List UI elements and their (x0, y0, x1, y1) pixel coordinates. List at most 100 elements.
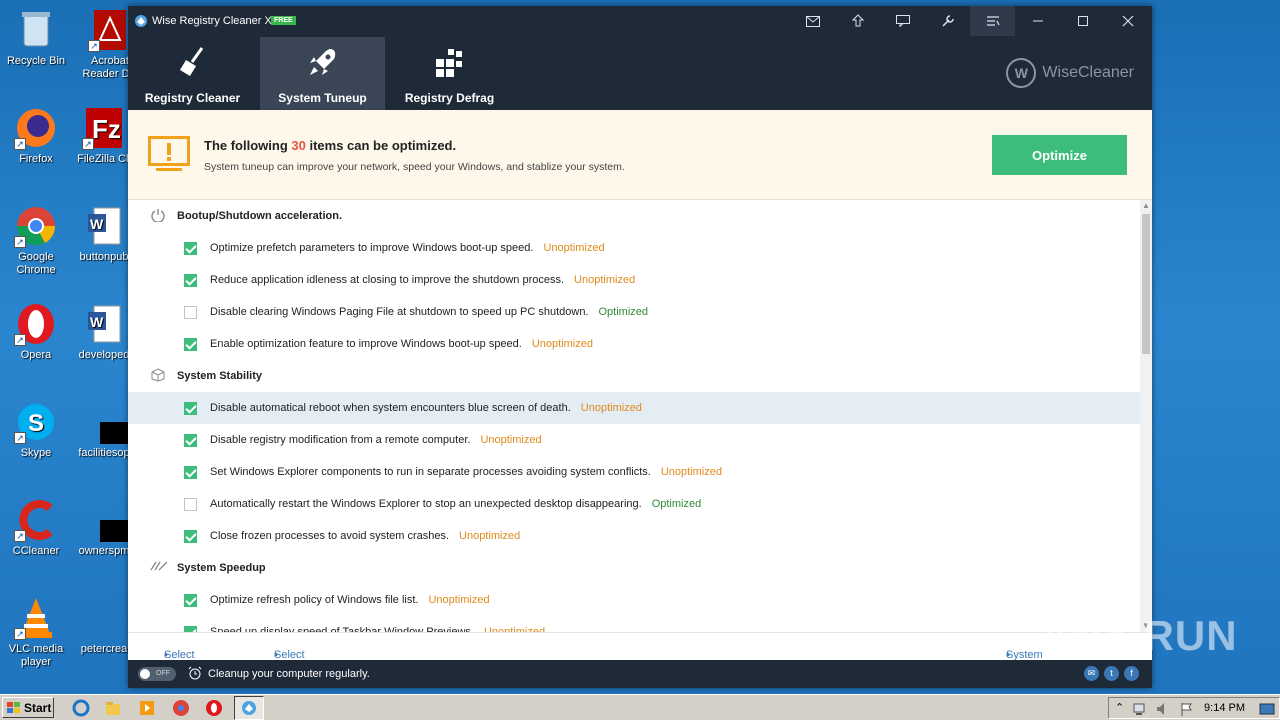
explorer-taskbar-icon[interactable] (104, 699, 122, 717)
shortcut-arrow-icon: ↗ (14, 334, 26, 346)
item-description: Automatically restart the Windows Explor… (210, 498, 702, 510)
item-description: Optimize refresh policy of Windows file … (210, 594, 490, 606)
item-description: Disable registry modification from a rem… (210, 434, 542, 446)
item-description: Enable optimization feature to improve W… (210, 338, 593, 350)
facebook-icon[interactable]: f (1124, 666, 1139, 681)
action-center-flag-icon[interactable] (1179, 701, 1195, 717)
mail-button[interactable] (790, 6, 835, 36)
tab-label: Registry Cleaner (144, 91, 241, 105)
network-tray-icon[interactable] (1131, 701, 1147, 717)
upgrade-button[interactable] (835, 6, 880, 36)
power-icon (150, 208, 166, 224)
item-status: Unoptimized (459, 530, 521, 542)
twitter-icon[interactable]: t (1104, 666, 1119, 681)
tuneup-item-row[interactable]: Disable clearing Windows Paging File at … (128, 296, 1140, 328)
tuneup-item-row[interactable]: Close frozen processes to avoid system c… (128, 520, 1140, 552)
scheduled-cleanup-toggle[interactable]: OFF (138, 667, 176, 681)
tuneup-item-row[interactable]: Disable automatical reboot when system e… (128, 392, 1140, 424)
item-checkbox[interactable] (184, 306, 197, 319)
desktop-icon-label: Skype (20, 447, 52, 459)
item-description: Set Windows Explorer components to run i… (210, 466, 722, 478)
section-header: Bootup/Shutdown acceleration. (128, 200, 1140, 232)
tuneup-item-row[interactable]: Speed up display speed of Taskbar Window… (128, 616, 1140, 632)
banner-title: The following 30 items can be optimized. (204, 138, 457, 153)
start-button[interactable]: Start (2, 697, 54, 718)
cleanup-reminder-text: Cleanup your computer regularly. (208, 668, 370, 680)
chrome-taskbar-icon[interactable] (172, 699, 190, 717)
item-description: Optimize prefetch parameters to improve … (210, 242, 605, 254)
tuneup-item-row[interactable]: Optimize prefetch parameters to improve … (128, 232, 1140, 264)
tuneup-item-row[interactable]: Enable optimization feature to improve W… (128, 328, 1140, 360)
tray-expand-icon[interactable]: ⌃ (1115, 701, 1124, 714)
desktop-icon-label: Google Chrome (16, 251, 56, 276)
app-logo-icon (135, 15, 147, 27)
item-checkbox[interactable] (184, 338, 197, 351)
menu-button[interactable] (970, 6, 1015, 36)
item-checkbox[interactable] (184, 498, 197, 511)
minimize-button[interactable] (1015, 6, 1060, 36)
wise-registry-cleaner-taskbar-button[interactable] (234, 696, 264, 720)
chat-icon (895, 15, 910, 27)
desktop-icon-skype[interactable]: S ↗ Skype (2, 400, 70, 460)
tray-clock[interactable]: 9:14 PM (1204, 702, 1245, 714)
item-checkbox[interactable] (184, 594, 197, 607)
maximize-button[interactable] (1060, 6, 1105, 36)
tuneup-item-row[interactable]: Optimize refresh policy of Windows file … (128, 584, 1140, 616)
item-checkbox[interactable] (184, 274, 197, 287)
optimize-button[interactable]: Optimize (992, 135, 1127, 175)
tuneup-item-row[interactable]: Disable registry modification from a rem… (128, 424, 1140, 456)
settings-button[interactable] (925, 6, 970, 36)
summary-banner: The following 30 items can be optimized.… (128, 110, 1152, 200)
tuneup-item-row[interactable]: Automatically restart the Windows Explor… (128, 488, 1140, 520)
alarm-clock-icon (188, 666, 202, 680)
item-checkbox[interactable] (184, 402, 197, 415)
desktop-icon-label: ownerspm (78, 545, 130, 557)
item-checkbox[interactable] (184, 242, 197, 255)
opera-taskbar-icon[interactable] (205, 699, 223, 717)
desktop-icon-ccleaner[interactable]: ↗ CCleaner (2, 498, 70, 558)
desktop-icon-opera[interactable]: ↗ Opera (2, 302, 70, 362)
wisecleaner-brand[interactable]: W WiseCleaner (1006, 58, 1134, 88)
close-icon (1122, 15, 1133, 27)
tuneup-item-row[interactable]: Set Windows Explorer components to run i… (128, 456, 1140, 488)
desktop-icon-recycle-bin[interactable]: Recycle Bin (2, 8, 70, 68)
minimize-icon (1032, 20, 1043, 22)
desktop-icon-label: petercrea (80, 643, 128, 655)
list-scrollbar[interactable]: ▲ ▼ (1140, 200, 1152, 632)
media-player-taskbar-icon[interactable] (138, 699, 156, 717)
email-share-icon[interactable]: ✉ (1084, 666, 1099, 681)
scroll-thumb[interactable] (1142, 214, 1150, 354)
svg-text:W: W (90, 216, 104, 232)
desktop-icon-vlc[interactable]: ↗ VLC media player (2, 596, 70, 669)
app-statusbar: OFF Cleanup your computer regularly. ✉ t… (128, 660, 1152, 688)
tab-label: Registry Defrag (404, 91, 495, 105)
scroll-up-arrow-icon[interactable]: ▲ (1140, 200, 1152, 212)
tuneup-item-row[interactable]: Reduce application idleness at closing t… (128, 264, 1140, 296)
upgrade-arrow-icon (851, 14, 864, 27)
tab-registry-defrag[interactable]: Registry Defrag (387, 37, 512, 110)
maximize-icon (1077, 16, 1088, 26)
close-button[interactable] (1105, 6, 1150, 36)
ie-taskbar-icon[interactable] (72, 699, 90, 717)
volume-tray-icon[interactable] (1155, 701, 1171, 717)
windows-logo-icon (7, 701, 20, 713)
tab-system-tuneup[interactable]: System Tuneup (260, 37, 385, 110)
wise-registry-cleaner-window: Wise Registry Cleaner X FREE Registry Cl… (128, 6, 1152, 688)
item-checkbox[interactable] (184, 434, 197, 447)
item-checkbox[interactable] (184, 530, 197, 543)
desktop-icon-label: facilitiesop (78, 447, 130, 459)
free-badge: FREE (271, 16, 296, 25)
section-title: Bootup/Shutdown acceleration. (177, 210, 343, 222)
item-status: Unoptimized (543, 242, 605, 254)
redacted-file-icon (82, 498, 140, 542)
desktop-icon-label: Recycle Bin (6, 55, 66, 67)
tab-registry-cleaner[interactable]: Registry Cleaner (130, 37, 255, 110)
show-desktop-icon[interactable] (1259, 701, 1275, 717)
recycle-bin-icon (14, 8, 58, 52)
word-doc-icon: W (82, 204, 126, 248)
desktop-icon-chrome[interactable]: ↗ Google Chrome (2, 204, 70, 277)
section-header: System Stability (128, 360, 1140, 392)
desktop-icon-firefox[interactable]: ↗ Firefox (2, 106, 70, 166)
item-checkbox[interactable] (184, 466, 197, 479)
feedback-button[interactable] (880, 6, 925, 36)
